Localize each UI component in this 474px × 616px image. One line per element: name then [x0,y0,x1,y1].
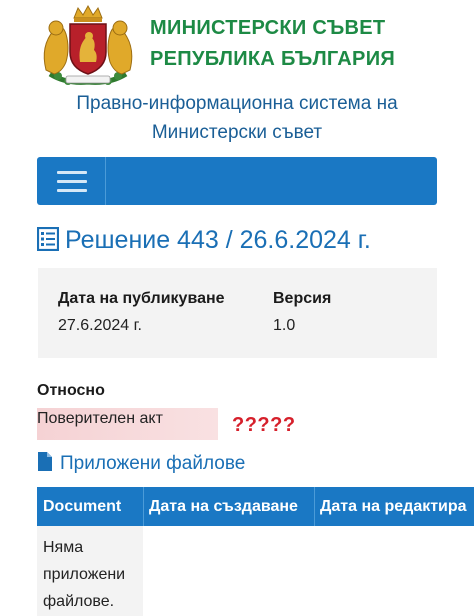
system-title-line2: Министерски съвет [151,122,323,143]
empty-table-message: Няма приложени файлове. [43,539,126,610]
system-title-line1: Правно-информационна система на [76,93,398,114]
attached-files-heading: Приложени файлове [38,452,245,475]
table-header: Document Дата на създаване Дата на редак… [37,487,474,526]
attached-files-table: Document Дата на създаване Дата на редак… [37,487,474,616]
page-title: Решение 443 / 26.6.2024 г. [37,226,371,260]
attached-files-title: Приложени файлове [60,453,246,474]
hamburger-icon-bar [57,189,87,192]
column-divider [143,487,144,526]
column-header-edited[interactable]: Дата на редактира [320,487,467,526]
hamburger-icon [57,171,87,174]
subject-label: Относно [37,382,105,399]
table-row: Няма приложени файлове. [37,526,143,616]
column-header-document[interactable]: Document [43,487,121,526]
column-divider [314,487,315,526]
institution-name: МИНИСТЕРСКИ СЪВЕТ [150,17,386,39]
file-icon [38,452,52,471]
version-value: 1.0 [273,317,296,334]
menu-toggle-button[interactable] [37,157,106,205]
coat-of-arms-logo [43,4,133,85]
question-marks-annotation: ????? [232,414,296,436]
hamburger-icon-bar [57,180,87,183]
document-info-panel: Дата на публикуване 27.6.2024 г. Версия … [38,268,437,358]
document-title: Решение 443 / 26.6.2024 г. [65,226,371,254]
country-name: РЕПУБЛИКА БЪЛГАРИЯ [150,48,396,70]
site-header: МИНИСТЕРСКИ СЪВЕТ РЕПУБЛИКА БЪЛГАРИЯ [0,0,474,90]
navbar [37,157,437,205]
published-date-value: 27.6.2024 г. [58,317,142,334]
published-date-label: Дата на публикуване [58,290,225,307]
document-list-icon [37,227,59,251]
column-header-created[interactable]: Дата на създаване [149,487,298,526]
subject-value: Поверителен акт [37,408,218,440]
version-label: Версия [273,290,332,307]
